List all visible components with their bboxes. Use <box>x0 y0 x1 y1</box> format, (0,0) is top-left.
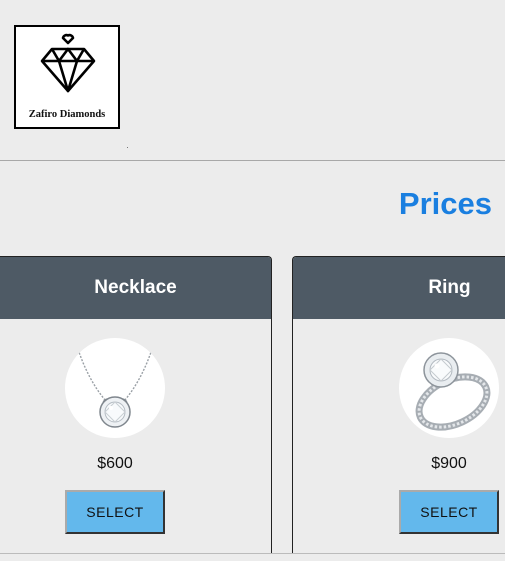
card-title: Ring <box>293 257 505 319</box>
bottom-divider <box>0 553 505 554</box>
product-card-ring: Ring $900 SELECT <box>292 256 505 553</box>
brand-logo[interactable]: Zafiro Diamonds <box>14 25 120 129</box>
product-price: $900 <box>431 455 467 472</box>
brand-name: Zafiro Diamonds <box>28 109 106 120</box>
select-necklace-button[interactable]: SELECT <box>65 490 165 534</box>
necklace-image <box>65 338 165 438</box>
product-price: $600 <box>97 455 133 472</box>
diamond-logo-icon <box>40 33 96 93</box>
header-divider <box>0 160 505 161</box>
section-title: Prices <box>398 186 492 221</box>
decorative-dot <box>127 147 128 148</box>
card-title: Necklace <box>0 257 271 319</box>
ring-image <box>399 338 499 438</box>
select-ring-button[interactable]: SELECT <box>399 490 499 534</box>
product-card-necklace: Necklace $600 SELECT <box>0 256 272 553</box>
